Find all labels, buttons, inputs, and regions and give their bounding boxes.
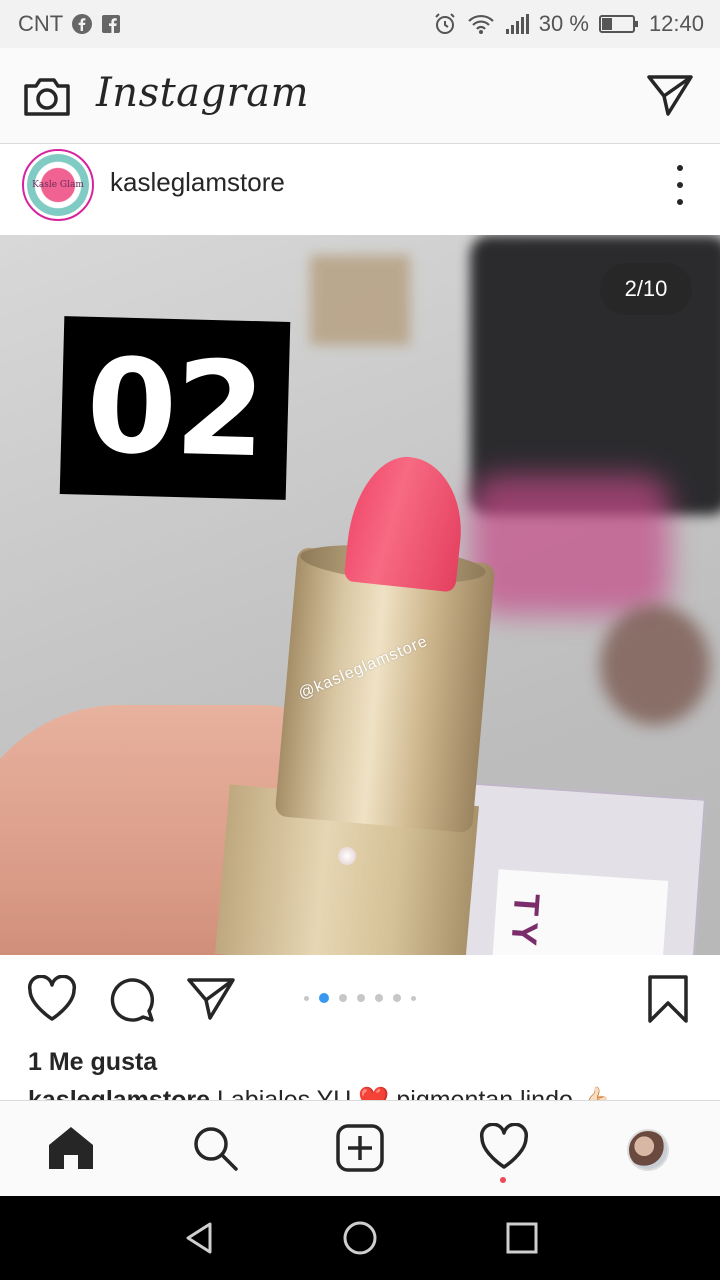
facebook-square-icon: [101, 14, 121, 34]
post-image[interactable]: TY @kasleglamstore 02 2/10: [0, 235, 720, 955]
camera-icon[interactable]: [22, 72, 72, 120]
blurred-box: [310, 255, 410, 345]
battery-icon: [598, 14, 639, 34]
post-caption: kasleglamstore Labiales YU ❤️ pigmentan …: [28, 1086, 688, 1100]
bottom-nav: [0, 1100, 720, 1196]
shade-number-badge: 02: [59, 316, 291, 500]
carousel-counter: 2/10: [600, 263, 692, 315]
alarm-icon: [433, 12, 457, 36]
direct-message-icon[interactable]: [646, 72, 694, 118]
carrier-label: CNT: [18, 11, 64, 36]
back-icon[interactable]: [180, 1218, 220, 1258]
carousel-dot: [411, 995, 416, 1001]
facebook-icon: [71, 13, 93, 35]
signal-icon: [505, 13, 529, 35]
search-icon[interactable]: [190, 1123, 240, 1173]
blurred-compact: [600, 605, 710, 725]
likes-count[interactable]: 1 Me gusta: [28, 1048, 157, 1077]
carousel-dot: [375, 994, 383, 1002]
home-icon[interactable]: [46, 1123, 96, 1173]
clock: 12:40: [648, 11, 704, 36]
carousel-dot: [393, 994, 401, 1002]
system-navigation-bar: [0, 1196, 720, 1280]
post-avatar[interactable]: Kasle Glam: [22, 149, 94, 221]
carousel-dot-active: [319, 993, 329, 1003]
more-options-icon[interactable]: [674, 165, 686, 205]
post-actions: [0, 955, 720, 1045]
home-circle-icon[interactable]: [340, 1218, 380, 1258]
bookmark-icon[interactable]: [646, 973, 696, 1023]
status-bar: CNT 30 % 12:40: [0, 0, 720, 48]
carousel-dot: [357, 994, 365, 1002]
post-header: Kasle Glam kasleglamstore: [0, 145, 720, 235]
activity-notification-dot: [500, 1177, 506, 1183]
activity-heart-icon[interactable]: [478, 1122, 529, 1173]
share-icon[interactable]: [186, 975, 236, 1025]
app-logo: Instagram: [96, 70, 310, 116]
app-header: Instagram: [0, 48, 720, 144]
carousel-dots: [304, 993, 416, 1003]
recents-icon[interactable]: [502, 1218, 542, 1258]
blurred-pink-object: [470, 475, 670, 615]
carousel-dot: [339, 994, 347, 1002]
caption-text: Labiales YU ❤️ pigmentan lindo 👍🏻: [210, 1086, 611, 1100]
caption-username[interactable]: kasleglamstore: [28, 1086, 210, 1100]
wifi-icon: [467, 13, 495, 35]
comment-icon[interactable]: [108, 975, 158, 1025]
carousel-dot: [304, 995, 309, 1001]
battery-percent: 30 %: [538, 11, 589, 36]
shade-number: 02: [84, 329, 266, 487]
box-printed-text: TY: [503, 892, 548, 953]
profile-avatar[interactable]: [627, 1129, 669, 1171]
avatar-logo-text: Kasle Glam: [32, 180, 84, 190]
post-username[interactable]: kasleglamstore: [110, 167, 285, 198]
new-post-icon[interactable]: [335, 1123, 385, 1173]
heart-icon[interactable]: [26, 974, 77, 1025]
